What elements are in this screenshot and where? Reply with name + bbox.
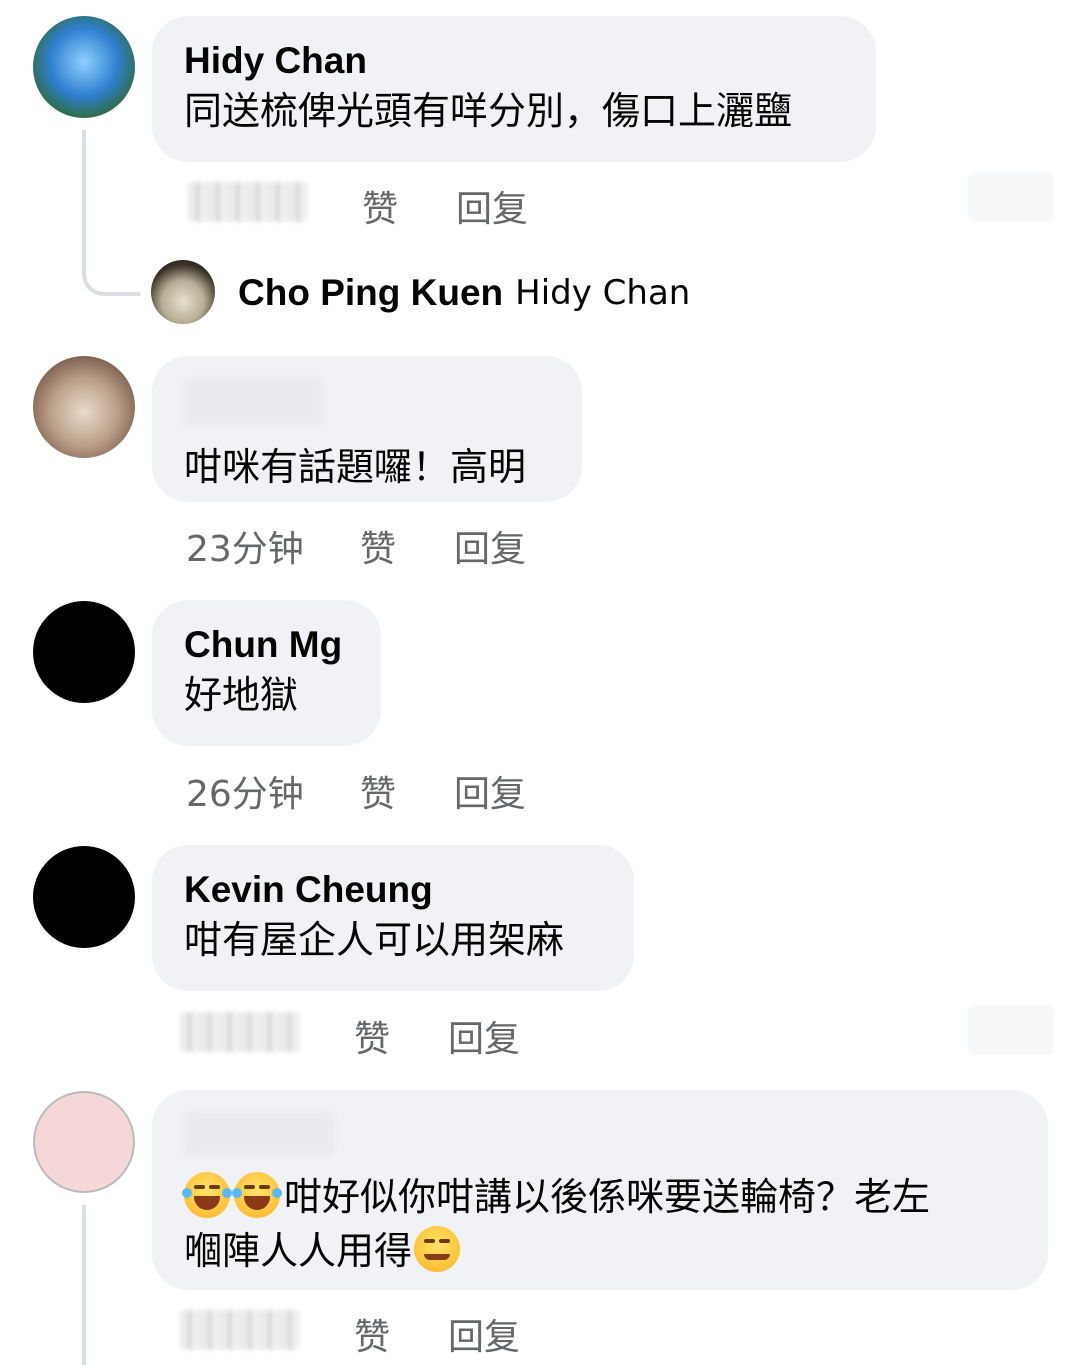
hidden-reaction-area <box>968 1005 1054 1055</box>
reply-button[interactable]: 回复 <box>448 1308 520 1360</box>
like-button[interactable]: 赞 <box>360 520 454 572</box>
comment-bubble: 咁咪有話題囉！高明 <box>152 356 582 502</box>
like-button[interactable]: 赞 <box>354 1010 448 1062</box>
like-button[interactable]: 赞 <box>360 765 454 817</box>
thread-connector <box>82 130 140 296</box>
smirk-emoji-icon <box>414 1226 461 1272</box>
like-button[interactable]: 赞 <box>362 180 456 232</box>
comment-bubble: Kevin Cheung 咁有屋企人可以用架麻 <box>152 845 634 991</box>
comment-text: 同送梳俾光頭有咩分別，傷口上灑鹽 <box>184 89 793 133</box>
avatar-hidy-chan[interactable] <box>33 16 135 118</box>
comment-text: 咁有屋企人可以用架麻 <box>184 918 565 962</box>
reply-preview[interactable]: Cho Ping Kuen Hidy Chan <box>238 270 690 316</box>
laughing-tears-emoji-icon <box>232 1172 282 1218</box>
avatar-cho-ping-kuen[interactable] <box>151 260 215 324</box>
reply-button[interactable]: 回复 <box>456 180 528 232</box>
comment-actions: 赞 回复 <box>180 1010 520 1062</box>
reply-button[interactable]: 回复 <box>454 765 526 817</box>
hidden-reaction-area <box>968 172 1054 222</box>
avatar-family[interactable] <box>33 356 135 458</box>
comment-time-blurred <box>180 1309 354 1359</box>
avatar-kevin-cheung[interactable] <box>33 846 135 948</box>
comment-bubble: Chun Mg 好地獄 <box>152 600 381 746</box>
comment-actions: 赞 回复 <box>188 180 528 232</box>
comment-text: 好地獄 <box>184 673 299 717</box>
reply-button[interactable]: 回复 <box>454 520 526 572</box>
reply-mention[interactable]: Hidy Chan <box>515 273 690 313</box>
reply-button[interactable]: 回复 <box>448 1010 520 1062</box>
comment-time[interactable]: 26分钟 <box>186 765 360 817</box>
comment-author[interactable]: Chun Mg <box>184 622 349 668</box>
comment-actions: 26分钟 赞 回复 <box>186 765 526 817</box>
thread-line <box>82 1205 86 1365</box>
comment-author[interactable]: Kevin Cheung <box>184 867 602 913</box>
avatar-chun-mg[interactable] <box>33 601 135 703</box>
comment-bubble: Hidy Chan 同送梳俾光頭有咩分別，傷口上灑鹽 <box>152 16 876 162</box>
comment-text-line2: 嗰陣人人用得 <box>184 1229 413 1273</box>
comment-author-blurred[interactable] <box>184 1112 334 1156</box>
avatar-anime-girl[interactable] <box>33 1091 135 1193</box>
comment-time-blurred <box>180 1011 354 1061</box>
comment-actions: 23分钟 赞 回复 <box>186 520 526 572</box>
reply-author[interactable]: Cho Ping Kuen <box>238 272 503 314</box>
comment-author[interactable]: Hidy Chan <box>184 38 844 84</box>
comment-bubble: 咁好似你咁講以後係咪要送輪椅？老左 嗰陣人人用得 <box>152 1090 1048 1290</box>
comment-author-blurred[interactable] <box>184 378 324 426</box>
comment-actions: 赞 回复 <box>180 1308 520 1360</box>
comment-time[interactable]: 23分钟 <box>186 520 360 572</box>
laughing-tears-emoji-icon <box>182 1172 232 1218</box>
comment-text: 咁咪有話題囉！高明 <box>184 445 527 489</box>
comment-text-line1: 咁好似你咁講以後係咪要送輪椅？老左 <box>284 1175 931 1219</box>
comment-text: 咁好似你咁講以後係咪要送輪椅？老左 嗰陣人人用得 <box>182 1170 1016 1278</box>
like-button[interactable]: 赞 <box>354 1308 448 1360</box>
comment-time-blurred <box>188 181 362 231</box>
